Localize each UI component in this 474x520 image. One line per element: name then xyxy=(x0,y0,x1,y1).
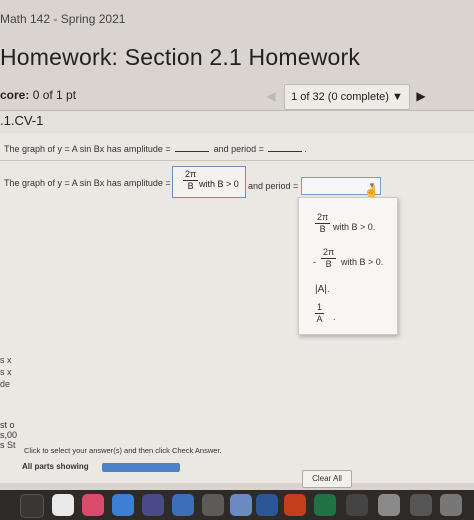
period-blank xyxy=(268,143,303,152)
period-label: and period = xyxy=(248,181,299,191)
app-icon[interactable] xyxy=(346,494,368,516)
option-condition: . xyxy=(333,312,336,322)
option-2pi-over-b[interactable]: 2π B with B > 0. xyxy=(315,212,395,240)
app-icon[interactable] xyxy=(410,494,432,516)
option-denominator: A xyxy=(316,314,323,324)
divider xyxy=(0,160,474,161)
option-fraction: 2π B xyxy=(315,212,331,235)
chrome-icon[interactable] xyxy=(52,494,74,516)
option-numerator: 2π xyxy=(315,212,331,224)
question-id-bar: .1.CV-1 xyxy=(0,110,474,134)
amplitude-fraction: 2π B xyxy=(183,169,199,192)
question-stem: The graph of y = A sin Bx has amplitude … xyxy=(4,143,307,154)
stem-mid: and period = xyxy=(211,144,267,154)
stem-end: . xyxy=(304,144,307,154)
option-fraction: 1 A xyxy=(315,302,325,325)
music-icon[interactable] xyxy=(82,494,104,516)
zoom-icon[interactable] xyxy=(172,494,194,516)
option-text: |A|. xyxy=(315,284,330,295)
star-app-icon[interactable] xyxy=(142,494,164,516)
option-condition: with B > 0. xyxy=(341,257,384,267)
finder-icon[interactable] xyxy=(230,494,252,516)
score-row: core: 0 of 1 pt ◀ 1 of 32 (0 complete) ▼… xyxy=(0,84,474,110)
option-condition: with B > 0. xyxy=(333,222,376,232)
option-neg-2pi-over-b[interactable]: - 2π B with B > 0. xyxy=(313,247,395,275)
question-selector[interactable]: 1 of 32 (0 complete) ▼ xyxy=(284,84,410,110)
fraction-denominator: B xyxy=(187,181,194,191)
page-title: Homework: Section 2.1 Homework xyxy=(0,44,361,70)
score-label: core: xyxy=(0,88,30,102)
sidebar-fragment: s x xyxy=(0,367,12,377)
sidebar-fragment: de xyxy=(0,379,11,389)
app-icon[interactable] xyxy=(378,494,400,516)
period-options-menu: 2π B with B > 0. - 2π B with B > 0. |A|.… xyxy=(298,197,398,335)
question-id: .1.CV-1 xyxy=(0,113,44,128)
excel-icon[interactable] xyxy=(314,494,336,516)
option-fraction: 2π B xyxy=(321,247,337,270)
option-denominator: B xyxy=(319,224,326,234)
left-fragment: s,00 xyxy=(0,430,18,440)
previous-question-button[interactable]: ◀ xyxy=(262,86,280,106)
check-answer-bar[interactable] xyxy=(102,463,180,472)
course-title: Math 142 - Spring 2021 xyxy=(0,12,126,26)
left-fragment: st o xyxy=(0,420,15,430)
powerpoint-icon[interactable] xyxy=(284,494,306,516)
amplitude-condition: with B > 0 xyxy=(199,179,239,189)
pointer-cursor-icon: ☝ xyxy=(364,184,379,198)
option-numerator: 1 xyxy=(315,302,325,314)
amplitude-answer-box[interactable]: 2π B with B > 0 xyxy=(172,166,246,198)
taskbar xyxy=(0,490,474,520)
video-icon[interactable] xyxy=(202,494,224,516)
amplitude-blank xyxy=(175,143,210,152)
homework-page: Math 142 - Spring 2021 Homework: Section… xyxy=(0,0,474,520)
clear-all-button[interactable]: Clear All xyxy=(302,470,352,488)
word-icon[interactable] xyxy=(256,494,278,516)
parts-showing-label: All parts showing xyxy=(22,462,89,471)
question-content: The graph of y = A sin Bx has amplitude … xyxy=(0,133,474,483)
sidebar-fragment: s x xyxy=(0,355,12,365)
score: core: 0 of 1 pt xyxy=(0,88,76,102)
app-icon[interactable] xyxy=(440,494,462,516)
app-icon[interactable] xyxy=(20,494,44,518)
option-denominator: B xyxy=(325,259,332,269)
option-minus: - xyxy=(313,257,316,267)
left-fragment: s St xyxy=(0,440,16,450)
instructions: Click to select your answer(s) and then … xyxy=(24,446,222,455)
fraction-numerator: 2π xyxy=(183,169,199,181)
next-question-button[interactable]: ▶ xyxy=(412,86,430,106)
score-value: 0 of 1 pt xyxy=(32,88,77,102)
stem-prefix: The graph of y = A sin Bx has amplitude … xyxy=(4,144,174,154)
left-fragments: st o s,00 s St xyxy=(0,420,17,450)
app-store-icon[interactable] xyxy=(112,494,134,516)
answer-prefix: The graph of y = A sin Bx has amplitude … xyxy=(4,178,171,188)
option-numerator: 2π xyxy=(321,247,337,259)
option-1-over-a[interactable]: 1 A . xyxy=(315,302,395,330)
